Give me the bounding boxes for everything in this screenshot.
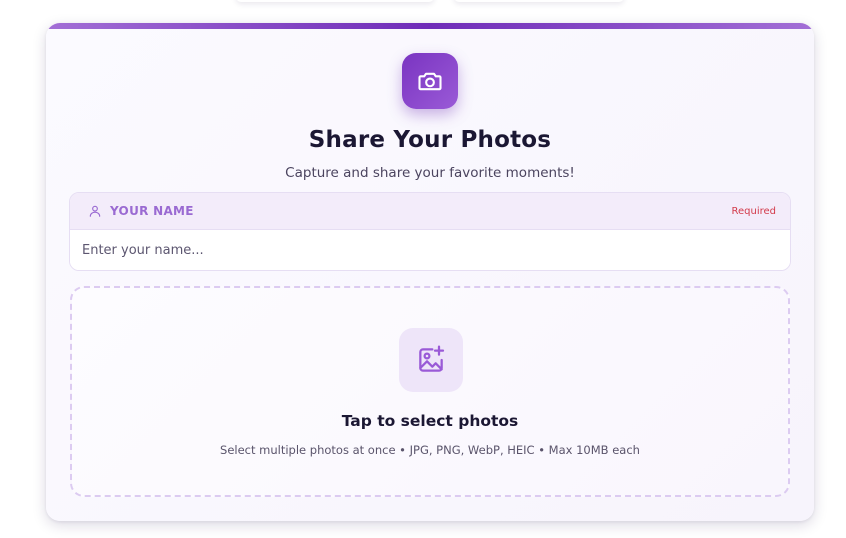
page-title: Share Your Photos — [308, 127, 552, 153]
card-accent-bar — [46, 23, 814, 29]
camera-icon — [416, 67, 444, 95]
drop-zone-hint: Select multiple photos at once • JPG, PN… — [220, 443, 640, 457]
top-tab-right — [454, 0, 624, 2]
add-photo-badge — [399, 328, 463, 392]
camera-badge — [402, 53, 458, 109]
user-icon — [88, 204, 102, 218]
name-field-header: YOUR NAME Required — [70, 193, 790, 230]
photo-drop-zone[interactable]: Tap to select photos Select multiple pho… — [70, 286, 790, 497]
image-add-icon — [415, 344, 447, 376]
name-field-group: YOUR NAME Required — [69, 192, 791, 271]
share-photos-card: Share Your Photos Capture and share your… — [46, 23, 814, 521]
name-input[interactable] — [70, 230, 790, 270]
drop-zone-title: Tap to select photos — [341, 412, 519, 430]
name-field-label: YOUR NAME — [110, 204, 194, 218]
top-tab-left — [236, 0, 434, 2]
page-subtitle: Capture and share your favorite moments! — [285, 165, 575, 181]
required-indicator: Required — [731, 205, 776, 217]
